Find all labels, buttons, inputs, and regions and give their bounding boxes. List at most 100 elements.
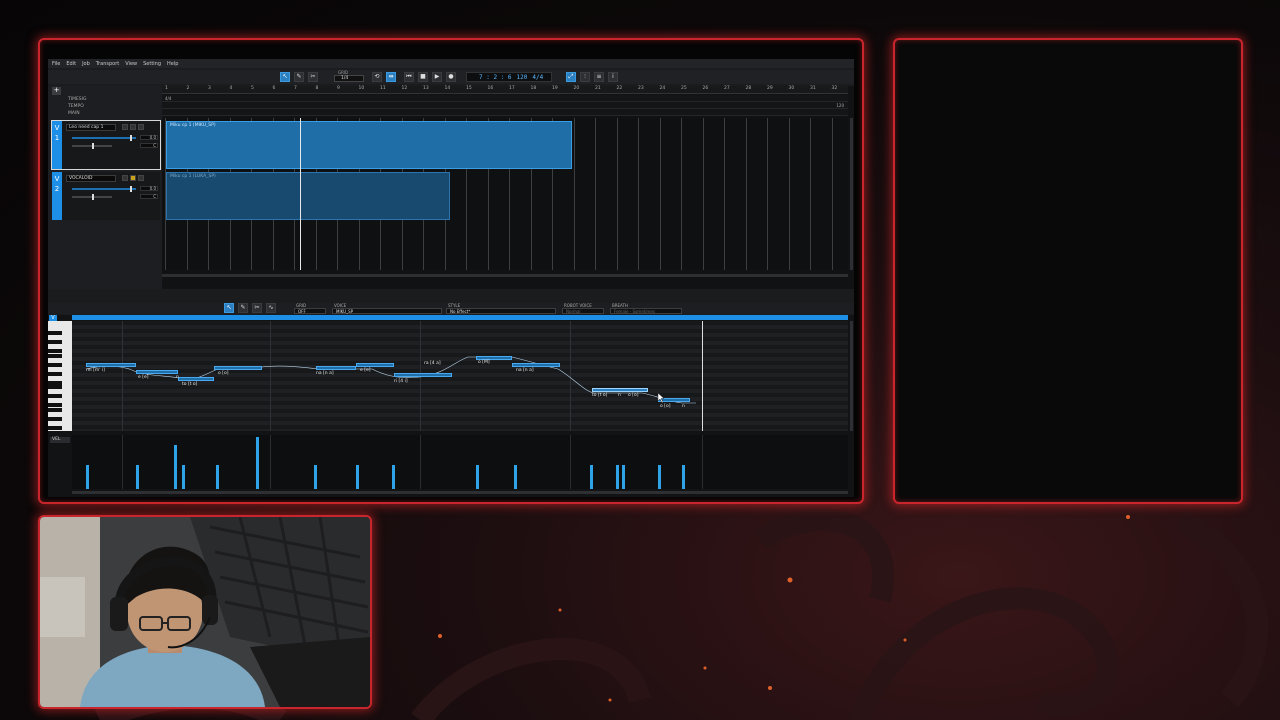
velocity-bar[interactable] — [174, 445, 177, 489]
timesig-lane[interactable]: 4/4 — [162, 95, 848, 102]
tempo-lane[interactable]: 120 — [162, 102, 848, 109]
velocity-bar[interactable] — [476, 465, 479, 489]
note[interactable] — [316, 366, 356, 370]
velocity-bar[interactable] — [256, 437, 259, 489]
mixer-icon[interactable]: ⫶ — [580, 72, 590, 82]
editor-arrow-tool-icon[interactable]: ↖ — [224, 303, 234, 313]
piano-black-key[interactable] — [48, 416, 62, 421]
editor-pencil-tool-icon[interactable]: ✎ — [238, 303, 248, 313]
snap-icon[interactable]: ⇹ — [386, 72, 396, 82]
menu-view[interactable]: View — [125, 61, 137, 67]
mute-button[interactable] — [130, 175, 136, 181]
mute-button[interactable] — [130, 124, 136, 130]
volume-slider[interactable] — [72, 186, 136, 192]
velocity-bar[interactable] — [136, 465, 139, 489]
playhead[interactable] — [300, 118, 301, 270]
track-name-field[interactable]: Leo need cap 1 — [66, 124, 116, 131]
velocity-bar[interactable] — [356, 465, 359, 489]
track-name-field[interactable]: VOCALOID — [66, 175, 116, 182]
piano-black-key[interactable] — [48, 385, 62, 389]
menu-help[interactable]: Help — [167, 61, 178, 67]
info-icon[interactable]: i — [608, 72, 618, 82]
velocity-bar[interactable] — [392, 465, 395, 489]
pan-value[interactable]: C — [140, 143, 158, 148]
pan-slider[interactable] — [72, 194, 112, 200]
pan-value[interactable]: C — [140, 194, 158, 199]
robot-voice-select[interactable]: Normal — [562, 308, 604, 314]
vocal-part-1[interactable]: Miku cp 1 (MIKU_SP) — [166, 121, 572, 169]
editor-scissors-tool-icon[interactable]: ✂ — [252, 303, 262, 313]
editor-horizontal-scrollbar[interactable] — [72, 491, 848, 494]
editor-vertical-scrollbar[interactable] — [850, 321, 853, 431]
piano-keyboard[interactable] — [48, 321, 72, 431]
piano-black-key[interactable] — [48, 403, 62, 407]
pan-slider[interactable] — [72, 143, 112, 149]
solo-button[interactable] — [122, 175, 128, 181]
velocity-bar[interactable] — [514, 465, 517, 489]
vocal-part-2[interactable]: Miku cp 1 (LUKA_SP) — [166, 172, 450, 220]
velocity-bar[interactable] — [314, 465, 317, 489]
track-header-1[interactable]: V1 Leo need cap 1 0.0 C — [51, 120, 161, 170]
velocity-bar[interactable] — [658, 465, 661, 489]
scissors-tool-icon[interactable]: ✂ — [308, 72, 318, 82]
solo-button[interactable] — [122, 124, 128, 130]
editor-grid-select[interactable]: OFF — [294, 308, 326, 314]
piano-black-key[interactable] — [48, 371, 62, 376]
rewind-icon[interactable]: ⏮ — [404, 72, 414, 82]
piano-black-key[interactable] — [48, 380, 62, 385]
volume-value[interactable]: 0.0 — [140, 135, 158, 140]
menu-file[interactable]: File — [52, 61, 60, 67]
note[interactable] — [394, 373, 452, 377]
note[interactable] — [356, 363, 394, 367]
arrange-horizontal-scrollbar[interactable] — [162, 274, 848, 277]
editor-ruler[interactable] — [72, 315, 848, 320]
arrow-tool-icon[interactable]: ↖ — [280, 72, 290, 82]
style-select[interactable]: No Effect* — [446, 308, 556, 314]
menu-edit[interactable]: Edit — [66, 61, 76, 67]
note[interactable] — [512, 363, 560, 367]
velocity-lane[interactable] — [72, 435, 848, 489]
velocity-bar[interactable] — [216, 465, 219, 489]
stop-icon[interactable]: ■ — [418, 72, 428, 82]
note[interactable] — [136, 370, 178, 374]
piano-black-key[interactable] — [48, 362, 62, 367]
breath-select[interactable]: Female - Sometimes — [610, 308, 682, 314]
velocity-bar[interactable] — [590, 465, 593, 489]
note[interactable] — [178, 377, 214, 381]
pencil-tool-icon[interactable]: ✎ — [294, 72, 304, 82]
editor-playhead[interactable] — [702, 321, 703, 431]
add-track-button[interactable]: + — [52, 87, 61, 95]
piano-black-key[interactable] — [48, 353, 62, 358]
velocity-bar[interactable] — [682, 465, 685, 489]
velocity-lane-label[interactable]: VEL — [50, 437, 70, 443]
record-icon[interactable]: ● — [446, 72, 456, 82]
velocity-bar[interactable] — [182, 465, 185, 489]
velocity-bar[interactable] — [616, 465, 619, 489]
menu-transport[interactable]: Transport — [96, 61, 119, 67]
play-icon[interactable]: ▶ — [432, 72, 442, 82]
velocity-bar[interactable] — [622, 465, 625, 489]
piano-black-key[interactable] — [48, 407, 62, 412]
volume-value[interactable]: 0.0 — [140, 186, 158, 191]
list-icon[interactable]: ≡ — [594, 72, 604, 82]
record-arm-button[interactable] — [138, 124, 144, 130]
record-arm-button[interactable] — [138, 175, 144, 181]
automation-icon[interactable]: ⤢ — [566, 72, 576, 82]
arrange-vertical-scrollbar[interactable] — [850, 118, 853, 270]
note[interactable] — [86, 363, 136, 367]
note-grid[interactable]: mi [m' i] e [e] n to [t o] o [o] na [n a… — [72, 321, 848, 431]
track-header-2[interactable]: V2 VOCALOID 0.0 C — [52, 172, 160, 220]
velocity-bar[interactable] — [86, 465, 89, 489]
volume-slider[interactable] — [72, 135, 136, 141]
piano-black-key[interactable] — [48, 349, 62, 353]
bar-ruler[interactable]: 1 2 3 4 5 6 7 8 9 10 11 12 13 14 15 16 17 18 19 20 21 22 23 24 2… — [162, 86, 848, 94]
piano-black-key[interactable] — [48, 340, 62, 344]
note-selected[interactable] — [592, 388, 648, 392]
piano-black-key[interactable] — [48, 331, 62, 335]
menu-setting[interactable]: Setting — [143, 61, 161, 67]
note[interactable] — [214, 366, 262, 370]
grid-select[interactable]: 1/4 — [334, 75, 364, 82]
track-timeline[interactable]: Miku cp 1 (MIKU_SP) Miku cp 1 (LUKA_SP) — [162, 118, 848, 270]
loop-icon[interactable]: ⟲ — [372, 72, 382, 82]
menu-job[interactable]: Job — [82, 61, 90, 67]
